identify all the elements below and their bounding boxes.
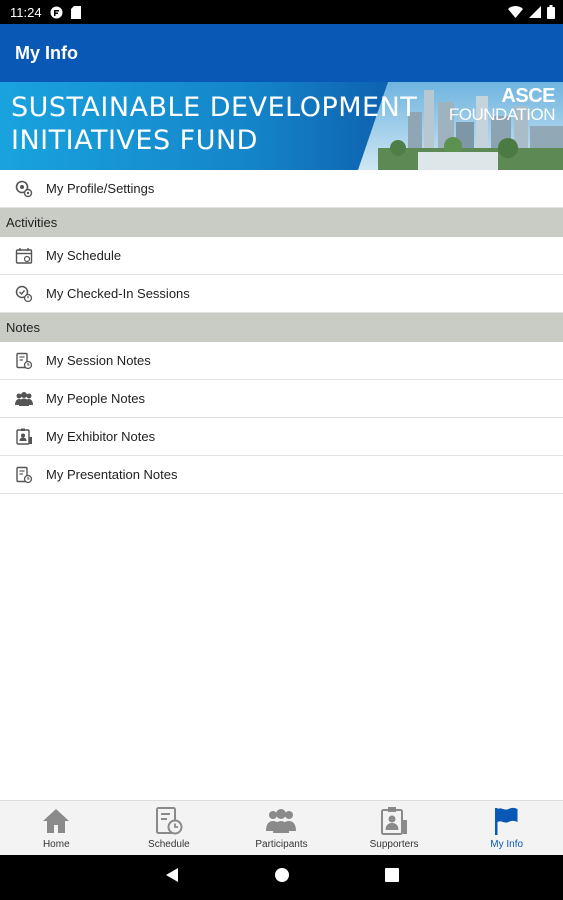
status-bar: 11:24 [0, 0, 563, 24]
nav-item-home[interactable]: Home [0, 801, 113, 855]
cell-signal-icon [529, 6, 541, 18]
list-item-people-notes[interactable]: My People Notes [0, 380, 563, 418]
people-icon [0, 391, 46, 407]
notes-clock-icon [0, 352, 46, 370]
sd-card-icon [70, 5, 81, 19]
home-icon [41, 806, 71, 836]
banner-line-1: SUSTAINABLE DEVELOPMENT [11, 92, 418, 123]
check-in-icon [0, 285, 46, 303]
app-notification-icon [50, 6, 63, 19]
participants-icon [265, 806, 297, 836]
nav-label: Supporters [369, 839, 419, 850]
recents-icon[interactable] [384, 868, 399, 887]
list-item-label: My Schedule [46, 248, 122, 263]
screen: 11:24 My Info SUSTAINABLE DEVELOPMENT IN… [0, 0, 563, 900]
logo-line-1: ASCE [501, 85, 555, 107]
list-item-checked-in-sessions[interactable]: My Checked-In Sessions [0, 275, 563, 313]
list-item-label: My Presentation Notes [46, 467, 178, 482]
asce-foundation-logo: ASCE FOUNDATION [448, 85, 556, 124]
back-icon[interactable] [165, 867, 179, 888]
home-button-icon[interactable] [274, 867, 290, 888]
notes-clock-icon [0, 466, 46, 484]
section-header-activities: Activities [0, 208, 563, 237]
banner-title: SUSTAINABLE DEVELOPMENT INITIATIVES FUND [11, 91, 417, 157]
calendar-icon [0, 247, 46, 265]
banner-line-2: INITIATIVES FUND [11, 125, 258, 156]
list-item-my-schedule[interactable]: My Schedule [0, 237, 563, 275]
list-item-label: My Profile/Settings [46, 181, 155, 196]
gear-person-icon [0, 180, 46, 198]
bottom-navigation: Home Schedule Participants Supporters My… [0, 800, 563, 855]
nav-label: Home [42, 839, 70, 850]
list-item-label: My Checked-In Sessions [46, 286, 190, 301]
status-time: 11:24 [10, 4, 42, 20]
nav-label: Schedule [148, 839, 190, 850]
list-item-label: My Exhibitor Notes [46, 429, 156, 444]
logo-line-2: FOUNDATION [448, 105, 556, 124]
battery-icon [547, 5, 555, 19]
schedule-icon [154, 806, 184, 836]
badge-icon [0, 428, 46, 446]
list-item-session-notes[interactable]: My Session Notes [0, 342, 563, 380]
my-info-list: My Profile/Settings Activities My Schedu… [0, 170, 563, 494]
event-banner: SUSTAINABLE DEVELOPMENT INITIATIVES FUND… [0, 82, 563, 170]
nav-item-schedule[interactable]: Schedule [113, 801, 226, 855]
wifi-icon [508, 6, 523, 18]
nav-item-participants[interactable]: Participants [225, 801, 338, 855]
flag-icon [492, 806, 522, 836]
nav-item-my-info[interactable]: My Info [450, 801, 563, 855]
list-item-label: My People Notes [46, 391, 145, 406]
section-header-notes: Notes [0, 313, 563, 342]
system-navigation-bar [0, 855, 563, 900]
page-title: My Info [15, 42, 78, 63]
app-bar: My Info [0, 24, 563, 82]
nav-label: Participants [255, 839, 308, 850]
list-item-label: My Session Notes [46, 353, 151, 368]
nav-label: My Info [490, 839, 524, 850]
list-item-profile-settings[interactable]: My Profile/Settings [0, 170, 563, 208]
supporters-icon [379, 806, 409, 836]
list-item-presentation-notes[interactable]: My Presentation Notes [0, 456, 563, 494]
list-item-exhibitor-notes[interactable]: My Exhibitor Notes [0, 418, 563, 456]
nav-item-supporters[interactable]: Supporters [338, 801, 451, 855]
